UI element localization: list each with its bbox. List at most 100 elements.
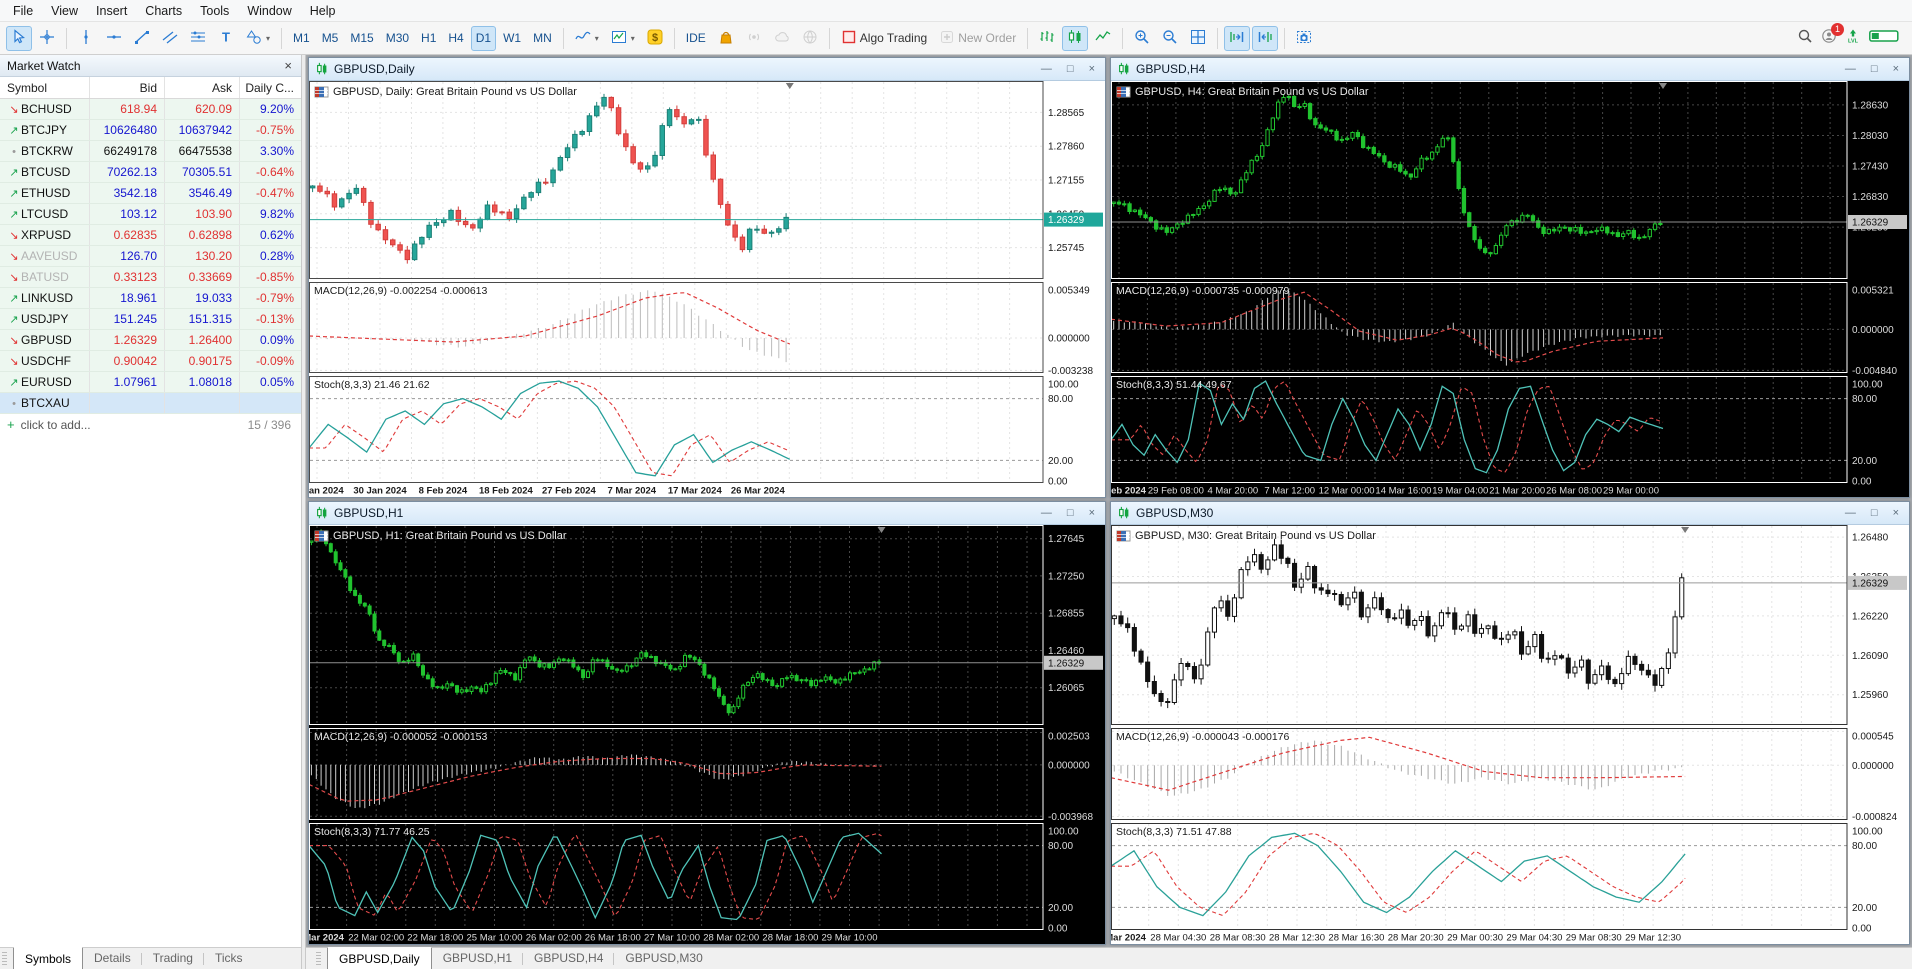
market-watch-row-btcxau[interactable]: •BTCXAU: [0, 393, 301, 414]
menu-item-window[interactable]: Window: [238, 2, 300, 20]
close-icon[interactable]: ×: [1089, 64, 1095, 75]
lvl-button[interactable]: LVL: [1845, 28, 1861, 49]
tab-symbols[interactable]: Symbols: [13, 947, 83, 969]
cursor-button[interactable]: [6, 26, 32, 51]
timeframe-h4-button[interactable]: H4: [443, 26, 468, 51]
search-button[interactable]: [1797, 28, 1813, 49]
tab-trading[interactable]: Trading: [142, 948, 204, 968]
chart-window-gbpusd-daily[interactable]: GBPUSD,Daily—□×GBPUSD, Daily: Great Brit…: [308, 57, 1106, 498]
cloud-button[interactable]: [769, 26, 795, 51]
bars-mode-button[interactable]: [1034, 26, 1060, 51]
chart-canvas-gbpusd-daily[interactable]: GBPUSD, Daily: Great Britain Pound vs US…: [309, 81, 1105, 497]
close-icon[interactable]: ×: [1893, 64, 1899, 75]
market-watch-row-bchusd[interactable]: ↘BCHUSD618.94620.099.20%: [0, 99, 301, 120]
timeframe-mn-button[interactable]: MN: [528, 26, 557, 51]
market-watch-row-xrpusd[interactable]: ↘XRPUSD0.628350.628980.62%: [0, 225, 301, 246]
chart-tab-gbpusd-h4[interactable]: GBPUSD,H4: [523, 948, 614, 968]
minimize-icon[interactable]: —: [1041, 64, 1052, 75]
tab-ticks[interactable]: Ticks: [204, 948, 254, 968]
window-titlebar-gbpusd-daily[interactable]: GBPUSD,Daily—□×: [309, 58, 1105, 81]
column-header-ask[interactable]: Ask: [164, 77, 239, 98]
chart-canvas-gbpusd-m30[interactable]: GBPUSD, M30: Great Britain Pound vs US D…: [1111, 525, 1909, 944]
minimize-icon[interactable]: —: [1845, 64, 1856, 75]
close-icon[interactable]: ×: [1893, 508, 1899, 519]
shift-end-button[interactable]: [1224, 26, 1250, 51]
tile-windows-button[interactable]: [1185, 26, 1211, 51]
signal-button[interactable]: [741, 26, 767, 51]
crosshair-button[interactable]: [34, 26, 60, 51]
menu-item-insert[interactable]: Insert: [87, 2, 136, 20]
hline-button[interactable]: [101, 26, 127, 51]
tab-details[interactable]: Details: [83, 948, 142, 968]
menu-item-help[interactable]: Help: [301, 2, 345, 20]
chart-window-gbpusd-h4[interactable]: GBPUSD,H4—□×GBPUSD, H4: Great Britain Po…: [1110, 57, 1910, 498]
plusbox-button[interactable]: New Order: [934, 26, 1021, 51]
menu-item-file[interactable]: File: [4, 2, 42, 20]
account-button[interactable]: 1: [1821, 28, 1837, 49]
fibo-button[interactable]: [185, 26, 211, 51]
auto-scroll-button[interactable]: [1252, 26, 1278, 51]
vline-button[interactable]: [73, 26, 99, 51]
menu-item-tools[interactable]: Tools: [191, 2, 238, 20]
chart-window-gbpusd-m30[interactable]: GBPUSD,M30—□×GBPUSD, M30: Great Britain …: [1110, 501, 1910, 945]
timeframe-m15-button[interactable]: M15: [345, 26, 378, 51]
market-watch-row-btcusd[interactable]: ↗BTCUSD70262.1370305.51-0.64%: [0, 162, 301, 183]
timeframe-ide-button[interactable]: IDE: [681, 26, 711, 51]
globe-button[interactable]: [797, 26, 823, 51]
column-header-bid[interactable]: Bid: [89, 77, 164, 98]
window-titlebar-gbpusd-h1[interactable]: GBPUSD,H1—□×: [309, 502, 1105, 525]
maximize-icon[interactable]: □: [1871, 64, 1878, 75]
market-watch-row-aaveusd[interactable]: ↘AAVEUSD126.70130.200.28%: [0, 246, 301, 267]
market-watch-row-eurusd[interactable]: ↗EURUSD1.079611.080180.05%: [0, 372, 301, 393]
chart-canvas-gbpusd-h1[interactable]: GBPUSD, H1: Great Britain Pound vs US Do…: [309, 525, 1105, 944]
menu-item-charts[interactable]: Charts: [136, 2, 191, 20]
market-watch-row-batusd[interactable]: ↘BATUSD0.331230.33669-0.85%: [0, 267, 301, 288]
window-titlebar-gbpusd-h4[interactable]: GBPUSD,H4—□×: [1111, 58, 1909, 81]
dollar-button[interactable]: $: [642, 26, 668, 51]
market-watch-row-btckrw[interactable]: •BTCKRW66249178664755383.30%: [0, 141, 301, 162]
market-watch-row-gbpusd[interactable]: ↘GBPUSD1.263291.264000.09%: [0, 330, 301, 351]
menu-item-view[interactable]: View: [42, 2, 87, 20]
candles-mode-button[interactable]: [1062, 26, 1088, 51]
market-watch-row-linkusd[interactable]: ↗LINKUSD18.96119.033-0.79%: [0, 288, 301, 309]
timeframe-w1-button[interactable]: W1: [498, 26, 526, 51]
shapes-button[interactable]: ▾: [241, 26, 275, 51]
market-watch-row-ethusd[interactable]: ↗ETHUSD3542.183546.49-0.47%: [0, 183, 301, 204]
close-icon[interactable]: ×: [1089, 508, 1095, 519]
indicators-button[interactable]: ▾: [570, 26, 604, 51]
channel-button[interactable]: [157, 26, 183, 51]
text-tool-button[interactable]: T: [213, 26, 239, 51]
algo-button[interactable]: Algo Trading: [836, 26, 932, 51]
chart-canvas-gbpusd-h4[interactable]: GBPUSD, H4: Great Britain Pound vs US Do…: [1111, 81, 1909, 497]
column-header-symbol[interactable]: Symbol: [0, 81, 89, 95]
market-watch-row-btcjpy[interactable]: ↗BTCJPY1062648010637942-0.75%: [0, 120, 301, 141]
timeframe-m1-button[interactable]: M1: [288, 26, 315, 51]
add-symbol-row[interactable]: + click to add... 15 / 396: [0, 414, 301, 435]
zoom-in-button[interactable]: [1129, 26, 1155, 51]
camera-button[interactable]: [1291, 26, 1317, 51]
chart-window-gbpusd-h1[interactable]: GBPUSD,H1—□×GBPUSD, H1: Great Britain Po…: [308, 501, 1106, 945]
timeframe-m30-button[interactable]: M30: [381, 26, 414, 51]
timeframe-m5-button[interactable]: M5: [317, 26, 344, 51]
maximize-icon[interactable]: □: [1871, 508, 1878, 519]
chart-tab-gbpusd-m30[interactable]: GBPUSD,M30: [614, 948, 713, 968]
market-watch-row-usdjpy[interactable]: ↗USDJPY151.245151.315-0.13%: [0, 309, 301, 330]
chart-tab-gbpusd-daily[interactable]: GBPUSD,Daily: [327, 947, 432, 969]
window-titlebar-gbpusd-m30[interactable]: GBPUSD,M30—□×: [1111, 502, 1909, 525]
chart-window-button[interactable]: ▾: [606, 26, 640, 51]
column-header-daily-change[interactable]: Daily C...: [239, 77, 301, 98]
battery-button[interactable]: [1869, 28, 1899, 49]
zoom-out-button[interactable]: [1157, 26, 1183, 51]
timeframe-h1-button[interactable]: H1: [416, 26, 441, 51]
market-watch-row-ltcusd[interactable]: ↗LTCUSD103.12103.909.82%: [0, 204, 301, 225]
maximize-icon[interactable]: □: [1067, 508, 1074, 519]
bag-button[interactable]: [713, 26, 739, 51]
minimize-icon[interactable]: —: [1845, 508, 1856, 519]
minimize-icon[interactable]: —: [1041, 508, 1052, 519]
maximize-icon[interactable]: □: [1067, 64, 1074, 75]
close-icon[interactable]: ×: [282, 58, 294, 73]
chart-tab-gbpusd-h1[interactable]: GBPUSD,H1: [432, 948, 523, 968]
market-watch-row-usdchf[interactable]: ↘USDCHF0.900420.90175-0.09%: [0, 351, 301, 372]
line-mode-button[interactable]: [1090, 26, 1116, 51]
timeframe-d1-button[interactable]: D1: [471, 26, 496, 51]
